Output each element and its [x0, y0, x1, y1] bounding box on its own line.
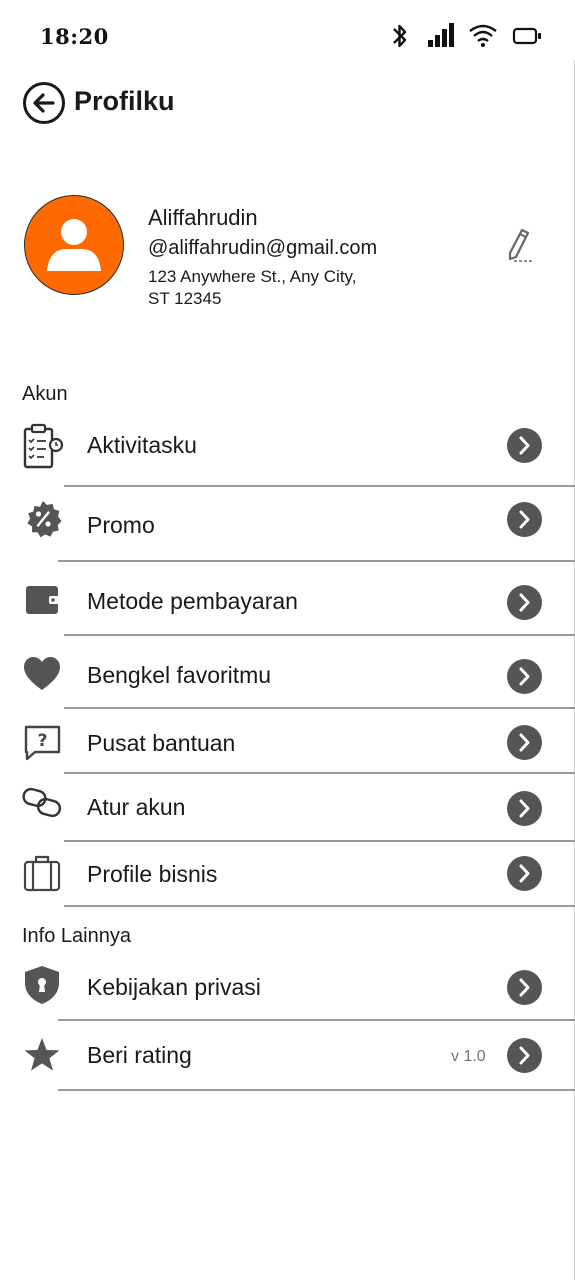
- divider: [58, 1089, 575, 1091]
- menu-label-metode-pembayaran: Metode pembayaran: [87, 588, 298, 614]
- section-label-info-lainnya: Info Lainnya: [22, 925, 131, 947]
- chevron-right-icon: [519, 1046, 530, 1065]
- user-icon: [47, 219, 101, 271]
- signal-icon: [428, 23, 454, 47]
- chevron-right-button[interactable]: [507, 428, 542, 463]
- divider: [64, 707, 575, 709]
- profile-card: Aliffahrudin @aliffahrudin@gmail.com 123…: [0, 192, 575, 322]
- discount-badge-icon: [27, 501, 62, 538]
- divider: [64, 634, 575, 636]
- menu-item-aktivitasku[interactable]: Aktivitasku: [0, 420, 575, 487]
- menu-label-beri-rating: Beri rating: [87, 1042, 192, 1068]
- chevron-right-button[interactable]: [507, 725, 542, 760]
- menu-item-profile-bisnis[interactable]: Profile bisnis: [0, 850, 575, 908]
- divider: [64, 905, 575, 907]
- chevron-right-button[interactable]: [507, 502, 542, 537]
- chevron-right-icon: [519, 510, 530, 529]
- section-label-akun: Akun: [22, 383, 68, 405]
- wifi-icon: [469, 24, 497, 47]
- profile-email: @aliffahrudin@gmail.com: [148, 237, 378, 259]
- back-button[interactable]: [22, 81, 66, 125]
- menu-label-bengkel-favoritmu: Bengkel favoritmu: [87, 662, 272, 688]
- pencil-icon: [508, 228, 534, 262]
- briefcase-icon: [23, 855, 61, 892]
- app-header: Profilku: [0, 76, 575, 132]
- chevron-right-button[interactable]: [507, 970, 542, 1005]
- menu-item-atur-akun[interactable]: Atur akun: [0, 782, 575, 842]
- chevron-right-icon: [519, 799, 530, 818]
- chevron-right-icon: [519, 733, 530, 752]
- menu-label-profile-bisnis: Profile bisnis: [87, 861, 218, 887]
- chevron-right-button[interactable]: [507, 856, 542, 891]
- menu-label-pusat-bantuan: Pusat bantuan: [87, 730, 236, 756]
- chevron-right-icon: [519, 978, 530, 997]
- menu-label-kebijakan-privasi: Kebijakan privasi: [87, 974, 261, 1000]
- chevron-right-button[interactable]: [507, 659, 542, 694]
- address-line-2: ST 12345: [148, 289, 222, 308]
- menu-item-beri-rating[interactable]: Beri rating v 1.0: [0, 1030, 575, 1092]
- address-line-1: 123 Anywhere St., Any City,: [148, 267, 357, 286]
- profile-address: 123 Anywhere St., Any City, ST 12345: [148, 266, 418, 310]
- bluetooth-icon: [393, 24, 407, 48]
- divider: [58, 560, 575, 562]
- divider: [58, 1019, 575, 1021]
- shield-lock-icon: [25, 966, 59, 1004]
- clipboard-icon: [23, 423, 64, 469]
- menu-label-aktivitasku: Aktivitasku: [87, 432, 197, 458]
- chevron-right-icon: [519, 667, 530, 686]
- divider: [64, 772, 575, 774]
- battery-icon: [512, 27, 541, 45]
- link-icon: [22, 787, 62, 818]
- chevron-right-icon: [519, 436, 530, 455]
- star-icon: [24, 1038, 60, 1071]
- page-title: Profilku: [74, 86, 175, 116]
- menu-label-atur-akun: Atur akun: [87, 794, 186, 820]
- avatar[interactable]: [24, 195, 124, 295]
- wallet-icon: [26, 586, 60, 614]
- status-time: 18:20: [40, 24, 109, 49]
- chevron-right-button[interactable]: [507, 1038, 542, 1073]
- menu-label-promo: Promo: [87, 512, 155, 538]
- profile-name: Aliffahrudin: [148, 205, 258, 230]
- divider: [64, 485, 575, 487]
- chevron-right-icon: [519, 593, 530, 612]
- app-version: v 1.0: [451, 1048, 486, 1065]
- menu-item-kebijakan-privasi[interactable]: Kebijakan privasi: [0, 962, 575, 1022]
- menu-item-pusat-bantuan[interactable]: ? Pusat bantuan: [0, 716, 575, 774]
- chevron-right-button[interactable]: [507, 585, 542, 620]
- divider: [64, 840, 575, 842]
- help-chat-icon: ?: [24, 725, 61, 761]
- svg-text:?: ?: [38, 731, 48, 751]
- menu-item-promo[interactable]: Promo: [0, 496, 575, 562]
- menu-item-bengkel-favoritmu[interactable]: Bengkel favoritmu: [0, 646, 575, 709]
- chevron-right-icon: [519, 864, 530, 883]
- menu-item-metode-pembayaran[interactable]: Metode pembayaran: [0, 572, 575, 636]
- chevron-right-button[interactable]: [507, 791, 542, 826]
- arrow-left-icon: [23, 82, 65, 124]
- status-bar: 18:20: [0, 0, 575, 72]
- edit-profile-button[interactable]: [502, 224, 542, 268]
- heart-icon: [24, 657, 60, 690]
